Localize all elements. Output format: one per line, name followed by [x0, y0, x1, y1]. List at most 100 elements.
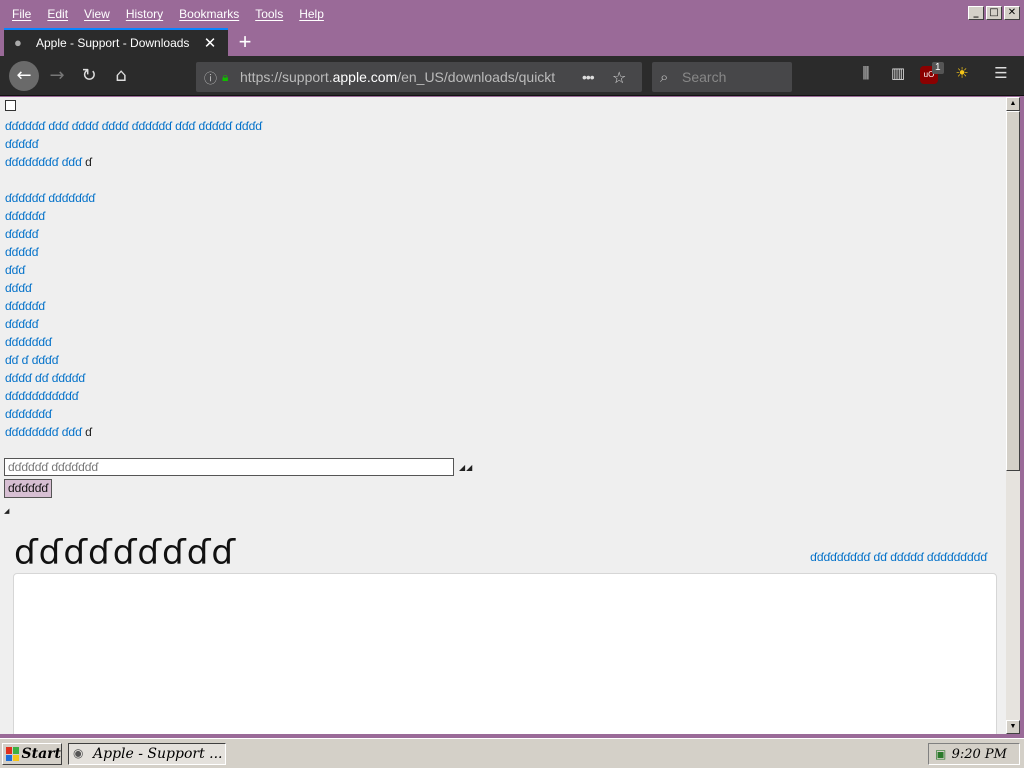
clock: 9:20 PM — [951, 746, 1007, 762]
new-tab-icon[interactable]: + — [234, 30, 256, 54]
page-heading: ɗɗɗɗɗɗɗɗɗ — [14, 533, 237, 573]
nav-link-line: ɗɗɗɗɗɗ — [5, 297, 262, 315]
menu-bar: File Edit View History Bookmarks Tools H… — [0, 0, 1024, 28]
page-content: ɗɗɗɗɗɗ ɗɗɗ ɗɗɗɗ ɗɗɗɗ ɗɗɗɗɗɗ ɗɗɗ ɗɗɗɗɗ ɗɗ… — [0, 97, 1006, 734]
nav-link-line: ɗɗɗɗɗɗɗɗɗɗɗ — [5, 387, 262, 405]
nav-link-line: ɗɗɗɗɗɗ ɗɗɗ ɗɗɗɗ ɗɗɗɗ ɗɗɗɗɗɗ ɗɗɗ ɗɗɗɗɗ ɗɗ… — [5, 117, 262, 135]
nav-link-line: ɗɗɗɗɗ — [5, 135, 262, 153]
back-arrow-icon[interactable]: ← — [9, 61, 39, 91]
link-suffix: ɗ — [85, 155, 92, 169]
nav-link[interactable]: ɗɗɗɗɗɗɗɗɗɗɗ — [5, 389, 78, 403]
start-button[interactable]: Start — [2, 743, 62, 765]
nav-toolbar: ← → ↻ ⌂ ⓘ 🔒︎ https://support.apple.com/e… — [0, 56, 1024, 96]
nav-link-line: ɗɗɗɗɗ — [5, 243, 262, 261]
nav-link[interactable]: ɗɗɗɗɗɗ — [5, 209, 45, 223]
nav-link[interactable]: ɗɗɗɗɗɗ ɗɗɗɗɗɗɗ — [5, 191, 95, 205]
windows-flag-icon — [6, 747, 19, 761]
menu-history[interactable]: History — [118, 7, 171, 21]
nav-link[interactable]: ɗɗɗɗɗɗɗɗ ɗɗɗ — [5, 425, 85, 439]
link-suffix: ɗ — [85, 425, 92, 439]
minimize-button[interactable]: _ — [968, 6, 984, 20]
nav-link[interactable]: ɗɗɗɗɗ — [5, 227, 38, 241]
lock-icon: 🔒︎ — [222, 69, 229, 84]
menu-checkbox[interactable] — [5, 100, 16, 111]
window-controls: _ □ ✕ — [968, 6, 1020, 20]
menu-tools[interactable]: Tools — [247, 7, 291, 21]
tab-close-icon[interactable]: ✕ — [202, 34, 218, 52]
url-domain: apple.com — [332, 69, 398, 85]
nav-link[interactable]: ɗɗɗ — [5, 263, 25, 277]
nav-link-list: ɗɗɗɗɗɗ ɗɗɗ ɗɗɗɗ ɗɗɗɗ ɗɗɗɗɗɗ ɗɗɗ ɗɗɗɗɗ ɗɗ… — [5, 117, 262, 441]
close-window-button[interactable]: ✕ — [1004, 6, 1020, 20]
vertical-scrollbar[interactable]: ▲ ▼ — [1006, 97, 1020, 734]
nav-link[interactable]: ɗɗɗɗɗɗ ɗɗɗ ɗɗɗɗ ɗɗɗɗ ɗɗɗɗɗɗ ɗɗɗ ɗɗɗɗɗ ɗɗ… — [5, 119, 262, 133]
maximize-button[interactable]: □ — [986, 6, 1002, 20]
nav-link-line: ɗɗɗɗɗɗ — [5, 207, 262, 225]
search-icon: ⌕ — [660, 68, 669, 86]
search-submit-button[interactable]: ɗɗɗɗɗɗ — [4, 479, 53, 498]
nav-link-line: ɗɗɗɗ ɗɗ ɗɗɗɗɗ — [5, 369, 262, 387]
menu-help[interactable]: Help — [291, 7, 332, 21]
bookmark-star-icon[interactable]: ☆ — [612, 68, 626, 87]
nav-link-line: ɗɗɗɗ — [5, 279, 262, 297]
apple-favicon-icon: ● — [14, 35, 22, 50]
menu-edit[interactable]: Edit — [39, 7, 76, 21]
nav-link-line: ɗɗɗɗɗ — [5, 315, 262, 333]
browser-window: File Edit View History Bookmarks Tools H… — [0, 0, 1024, 738]
firefox-icon: ◉ — [73, 746, 84, 760]
menu-view[interactable]: View — [76, 7, 118, 21]
nav-link[interactable]: ɗɗɗɗ — [5, 281, 32, 295]
taskbar-firefox-button[interactable]: ◉ Apple - Support ... — [68, 743, 226, 765]
nav-link[interactable]: ɗɗɗɗɗ — [5, 317, 38, 331]
nav-link-line: ɗɗ ɗ ɗɗɗɗ — [5, 351, 262, 369]
taskbar: Start ◉ Apple - Support ... ▣ 9:20 PM — [0, 738, 1024, 768]
input-resize-marks: ◢◢ — [459, 463, 474, 472]
tab-title: Apple - Support - Downloads — [36, 36, 190, 50]
library-icon[interactable]: ⫼ — [854, 64, 878, 82]
scroll-down-arrow-icon[interactable]: ▼ — [1006, 720, 1020, 734]
nav-link[interactable]: ɗɗɗɗɗ — [5, 245, 38, 259]
network-tray-icon[interactable]: ▣ — [935, 747, 949, 761]
link-list-gap — [5, 171, 262, 189]
forward-arrow-icon[interactable]: → — [43, 62, 71, 90]
nav-link-line: ɗɗɗɗɗɗɗ — [5, 333, 262, 351]
support-search-input[interactable]: ɗɗɗɗɗɗ ɗɗɗɗɗɗɗ — [4, 458, 454, 476]
search-bar[interactable]: ⌕ Search — [652, 62, 792, 92]
sidebar-icon[interactable]: ▥ — [886, 64, 910, 82]
content-panel — [13, 573, 997, 734]
tab-apple-support[interactable]: ● Apple - Support - Downloads ✕ — [4, 28, 228, 56]
url-path: /en_US/downloads/quickt — [397, 69, 556, 85]
nav-link[interactable]: ɗɗɗɗɗ — [5, 137, 38, 151]
home-icon[interactable]: ⌂ — [107, 62, 135, 90]
menu-bookmarks[interactable]: Bookmarks — [171, 7, 247, 21]
url-text[interactable]: https://support.apple.com/en_US/download… — [240, 69, 570, 85]
system-tray: ▣ 9:20 PM — [928, 743, 1020, 765]
sun-extension-icon[interactable]: ☀ — [950, 64, 974, 82]
reload-icon[interactable]: ↻ — [75, 62, 103, 90]
nav-link[interactable]: ɗɗɗɗɗɗɗ — [5, 335, 52, 349]
nav-link-line: ɗɗɗɗɗɗɗɗ ɗɗɗ ɗ — [5, 423, 262, 441]
nav-link-line: ɗɗɗɗɗɗɗ — [5, 405, 262, 423]
start-label: Start — [21, 746, 62, 762]
heading-link[interactable]: ɗɗɗɗɗɗɗɗɗ ɗɗ ɗɗɗɗɗ ɗɗɗɗɗɗɗɗɗ — [810, 550, 987, 564]
taskbar-task-label: Apple - Support ... — [93, 746, 223, 762]
page-actions-icon[interactable]: ••• — [582, 69, 604, 85]
nav-link[interactable]: ɗɗɗɗɗɗ — [5, 299, 45, 313]
url-prefix: https://support. — [240, 69, 333, 85]
url-bar[interactable]: ⓘ 🔒︎ https://support.apple.com/en_US/dow… — [196, 62, 642, 92]
scroll-thumb[interactable] — [1006, 111, 1020, 471]
scroll-up-arrow-icon[interactable]: ▲ — [1006, 97, 1020, 111]
nav-link[interactable]: ɗɗɗɗ ɗɗ ɗɗɗɗɗ — [5, 371, 85, 385]
menu-file[interactable]: File — [4, 7, 39, 21]
nav-link-line: ɗɗɗɗɗɗ ɗɗɗɗɗɗɗ — [5, 189, 262, 207]
nav-link-line: ɗɗɗ — [5, 261, 262, 279]
info-icon[interactable]: ⓘ — [204, 68, 222, 87]
hamburger-menu-icon[interactable]: ☰ — [989, 64, 1013, 82]
ublock-count-badge: 1 — [932, 62, 944, 74]
search-placeholder: Search — [682, 69, 727, 85]
nav-link[interactable]: ɗɗɗɗɗɗɗɗ ɗɗɗ — [5, 155, 85, 169]
tab-strip: ● Apple - Support - Downloads ✕ + — [0, 28, 1024, 56]
nav-link[interactable]: ɗɗɗɗɗɗɗ — [5, 407, 52, 421]
small-mark: ◢ — [4, 508, 10, 515]
nav-link[interactable]: ɗɗ ɗ ɗɗɗɗ — [5, 353, 58, 367]
